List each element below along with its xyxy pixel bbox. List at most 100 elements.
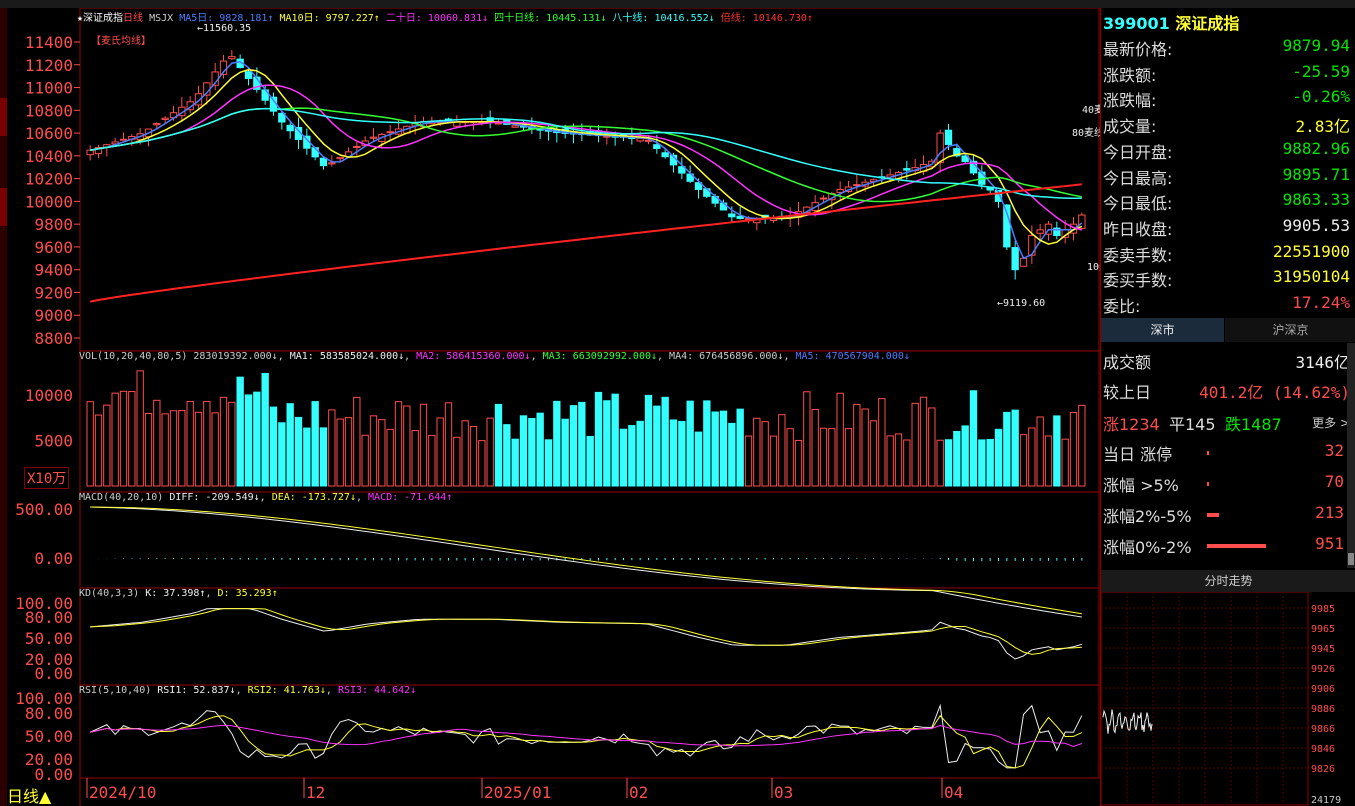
volume-bar	[778, 414, 786, 487]
macd-series	[90, 506, 1083, 618]
tab-shenshi[interactable]: 深市	[1101, 318, 1224, 342]
intraday-tick-label: 9866	[1311, 724, 1335, 735]
macd-title: MACD(40,20,10)	[79, 492, 164, 503]
rsi-tick-label: 80.00	[25, 704, 73, 723]
price-tick-label: 10600	[25, 124, 73, 143]
quote-value: 9905.53	[1282, 215, 1350, 235]
limit-stat-row[interactable]: 涨幅2%-5% 213	[1101, 501, 1355, 527]
price-tick-label: 9000	[34, 306, 73, 325]
tab-hushenjing[interactable]: 沪深京	[1225, 318, 1355, 342]
macd-diff-line	[90, 506, 1082, 618]
quote-value: 9895.71	[1282, 164, 1350, 184]
candle-body	[161, 117, 169, 120]
prev-day-label: 较上日	[1103, 383, 1152, 402]
volume-bar	[761, 421, 769, 487]
intraday-tick-label: 9826	[1311, 764, 1335, 775]
volume-bar	[994, 428, 1003, 487]
limit-stat-label: 涨幅2%-5%	[1103, 507, 1192, 526]
quote-row: 今日最低: 9863.33	[1101, 188, 1355, 214]
volume-bar	[461, 420, 469, 487]
volume-bar	[586, 435, 594, 487]
chart-area[interactable]: 11400 11200 11000 10800 10600 10400 10200 10000…	[7, 8, 1100, 806]
limit-stat-row[interactable]: 涨幅0%-2% 951	[1101, 532, 1355, 558]
candle-body	[328, 162, 336, 165]
volume-bars	[86, 370, 1086, 487]
limit-stat-row[interactable]: 当日 涨停 32	[1101, 439, 1355, 465]
volume-bar	[578, 401, 586, 487]
vol-unit-label: X10万	[24, 467, 70, 489]
volume-bar	[511, 438, 519, 487]
volume-bar	[319, 427, 328, 487]
more-link[interactable]: 更多 >	[1312, 414, 1350, 431]
volume-bar	[1011, 409, 1019, 487]
quote-row: 最新价格: 9879.94	[1101, 34, 1355, 60]
sidebar-tab[interactable]	[0, 98, 7, 136]
volume-bar	[861, 408, 869, 487]
volume-bar	[944, 439, 953, 487]
vol-tick-label: 10000	[25, 386, 73, 405]
turnover-row: 成交额 3146亿	[1101, 347, 1355, 373]
period-switch-button[interactable]: 日线▲	[7, 783, 52, 806]
volume-bar	[828, 428, 836, 487]
volume-bar	[386, 428, 394, 487]
scrollbar[interactable]	[1347, 343, 1355, 568]
vol-ma2: MA2: 586415360.000↓	[416, 351, 531, 362]
quote-value: -25.59	[1292, 61, 1350, 81]
quote-panel: 399001 深证成指 最新价格: 9879.94 涨跌额: -25.59 涨跌幅: -0…	[1100, 8, 1355, 806]
volume-bar	[911, 402, 919, 487]
volume-bar	[936, 439, 944, 487]
volume-bar	[644, 394, 653, 487]
scrollbar-thumb[interactable]	[1348, 553, 1354, 565]
up-count: 涨1234	[1103, 415, 1160, 434]
stock-code: 399001	[1103, 14, 1170, 33]
double-line-value: 倍线: 10146.730↑	[720, 13, 813, 24]
volume-bar	[636, 420, 644, 487]
limit-stat-label: 涨幅0%-2%	[1103, 538, 1192, 557]
price-tick-label: 8800	[34, 329, 73, 348]
quote-label: 委买手数:	[1103, 271, 1173, 291]
intraday-tick-label: 9985	[1311, 604, 1335, 615]
date-tick-label: 12	[306, 783, 325, 802]
volume-bar	[819, 427, 828, 487]
flat-count: 平145	[1169, 415, 1216, 434]
intraday-tick-label: 9965	[1311, 624, 1335, 635]
sidebar-tab[interactable]	[0, 188, 7, 226]
limit-stat-row[interactable]: 涨幅 >5% 70	[1101, 470, 1355, 496]
price-tick-label: 9400	[34, 261, 73, 280]
price-annotation: ←11560.35	[197, 23, 251, 34]
intraday-tick-label: 9886	[1311, 704, 1335, 715]
intraday-title: 分时走势	[1101, 570, 1355, 592]
candle-body	[853, 184, 861, 187]
volume-bar	[553, 400, 561, 487]
ma-line	[90, 107, 1082, 203]
quote-value: 2.83亿	[1295, 117, 1350, 137]
volume-bar	[486, 417, 494, 487]
ma10-value: MA10日: 9797.227↑	[279, 13, 380, 24]
volume-bar	[111, 392, 119, 487]
price-tick-label: 9800	[34, 215, 73, 234]
quote-row: 成交量: 2.83亿	[1101, 111, 1355, 137]
volume-bar	[736, 408, 744, 487]
volume-bar	[961, 425, 969, 487]
volume-bar	[953, 430, 961, 487]
quote-row: 涨跌额: -25.59	[1101, 60, 1355, 86]
candle-body	[936, 132, 944, 164]
quote-label: 今日最高:	[1103, 168, 1173, 188]
ma40-value: 四十日线: 10445.131↓	[494, 13, 607, 24]
volume-bar	[1003, 411, 1011, 487]
intraday-tick-label: 9906	[1311, 684, 1335, 695]
price-annotation: 80麦线	[1072, 126, 1100, 139]
price-tick-label: 11000	[25, 79, 73, 98]
panel-frame	[79, 587, 1100, 686]
quote-value: 22551900	[1272, 241, 1350, 261]
intraday-chart[interactable]: 9985 9965 9945 9926 9906 9886 9866 9846 9826 2417…	[1101, 592, 1355, 806]
period-label: 日线	[123, 13, 144, 24]
volume-bar	[1053, 415, 1061, 487]
volume-bar	[444, 402, 453, 487]
volume-bar	[303, 427, 311, 487]
volume-bar	[419, 403, 428, 487]
date-tick-label: 04	[944, 783, 963, 802]
limit-stat-bar	[1207, 513, 1220, 517]
volume-bar	[853, 404, 861, 487]
volume-bar	[1044, 435, 1053, 487]
